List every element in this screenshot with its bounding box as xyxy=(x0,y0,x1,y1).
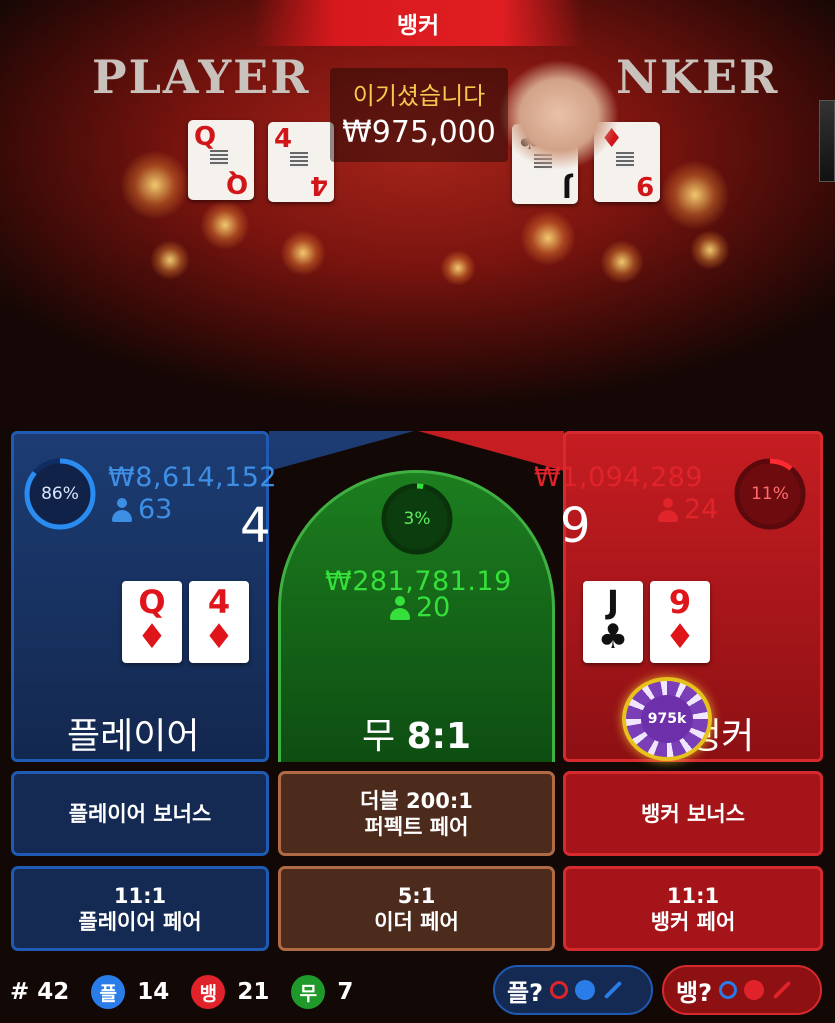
chip-value: 975k xyxy=(641,695,693,743)
banker-card-1: J ♣ xyxy=(583,581,643,663)
tie-odds: 8:1 xyxy=(406,716,472,757)
player-card-2: 4 ♦ xyxy=(189,581,249,663)
tie-label-text: 무 xyxy=(362,716,396,757)
person-icon xyxy=(390,595,410,620)
red-dot-icon xyxy=(744,980,765,1000)
person-icon xyxy=(112,497,132,522)
player-bettor-count-value: 63 xyxy=(138,494,173,525)
winner-banner: 뱅커 xyxy=(253,0,583,46)
table-player-card-1: Q Q xyxy=(188,120,254,200)
win-message: 이기셨습니다 xyxy=(352,82,486,110)
table-player-print: PLAYER xyxy=(92,50,311,104)
perfect-pair-label: 퍼펙트 페어 xyxy=(364,814,469,839)
player-percent: 86% xyxy=(41,484,79,504)
sparkle-decoration xyxy=(520,210,576,266)
live-video-feed: PLAYER NKER Q Q 4 4 ♣ J ♦ 9 뱅커 이기셨습니다 ₩9… xyxy=(0,0,835,430)
perfect-pair-bet[interactable]: 더블 200:1 퍼펙트 페어 xyxy=(278,771,555,856)
sparkle-decoration xyxy=(440,250,476,286)
sparkle-decoration xyxy=(200,200,250,250)
banker-total-amount: ₩1,094,289 xyxy=(534,462,704,493)
blue-ring-icon xyxy=(719,981,738,999)
player-pair-bet[interactable]: 11:1 플레이어 페어 xyxy=(11,866,269,951)
win-message-box: 이기셨습니다 ₩975,000 xyxy=(330,68,508,162)
sparkle-decoration xyxy=(690,230,730,270)
banker-prediction-label: 뱅? xyxy=(676,978,713,1007)
player-score: 4 xyxy=(240,498,271,554)
red-ring-icon xyxy=(550,981,569,999)
blue-dot-icon xyxy=(575,980,596,1000)
banker-wins-badge: 뱅 xyxy=(191,975,226,1009)
tie-count: 7 xyxy=(337,979,354,1005)
player-total-amount: ₩8,614,152 xyxy=(108,462,278,493)
player-bettor-count: 63 xyxy=(112,494,172,525)
player-wins: 14 xyxy=(137,979,170,1005)
banker-score: 9 xyxy=(560,498,591,554)
player-prediction-button[interactable]: 플? xyxy=(493,965,653,1015)
either-pair-label: 이더 페어 xyxy=(374,909,459,934)
win-amount: ₩975,000 xyxy=(342,115,496,150)
tie-bettor-count-value: 20 xyxy=(416,592,451,623)
player-pair-label: 플레이어 페어 xyxy=(78,909,202,934)
player-bonus-bet[interactable]: 플레이어 보너스 xyxy=(11,771,269,856)
perfect-pair-odds: 더블 200:1 xyxy=(360,788,473,813)
player-card-1: Q ♦ xyxy=(122,581,182,663)
banker-pair-bet[interactable]: 11:1 뱅커 페어 xyxy=(563,866,823,951)
round-stats: # 42 플 14 뱅 21 무 7 xyxy=(10,972,375,1012)
player-area-label: 플레이어 xyxy=(67,716,200,757)
player-area-corner xyxy=(269,431,414,471)
banker-bonus-label: 뱅커 보너스 xyxy=(641,801,745,826)
tie-area-label: 무 8:1 xyxy=(362,707,471,759)
sparkle-decoration xyxy=(120,150,190,220)
sparkle-decoration xyxy=(600,240,644,284)
either-pair-odds: 5:1 xyxy=(397,883,436,908)
banker-pair-odds: 11:1 xyxy=(666,883,720,908)
bet-chip[interactable]: 975k xyxy=(622,677,712,761)
player-bonus-label: 플레이어 보너스 xyxy=(68,801,212,826)
banker-percent-ring: 11% xyxy=(732,456,808,532)
dealer-hand xyxy=(500,60,618,170)
banker-card-2: 9 ♦ xyxy=(650,581,710,663)
tie-percent: 3% xyxy=(403,509,431,529)
round-number: # 42 xyxy=(10,979,70,1005)
tie-count-badge: 무 xyxy=(291,975,326,1009)
player-pair-odds: 11:1 xyxy=(113,883,167,908)
banker-pair-label: 뱅커 페어 xyxy=(650,909,736,934)
player-wins-badge: 플 xyxy=(91,975,126,1009)
table-banker-print: NKER xyxy=(616,50,780,104)
blue-slash-icon xyxy=(603,980,623,1000)
player-percent-ring: 86% xyxy=(22,456,98,532)
banker-bonus-bet[interactable]: 뱅커 보너스 xyxy=(563,771,823,856)
banker-bettor-count-value: 24 xyxy=(684,494,719,525)
banker-percent: 11% xyxy=(751,484,789,504)
table-player-card-2: 4 4 xyxy=(268,122,334,202)
tie-percent-ring: 3% xyxy=(379,481,455,557)
card-shoe xyxy=(819,100,835,182)
banker-wins: 21 xyxy=(237,979,270,1005)
red-slash-icon xyxy=(772,980,792,1000)
sparkle-decoration xyxy=(150,240,190,280)
winner-banner-text: 뱅커 xyxy=(396,13,440,39)
banker-bettor-count: 24 xyxy=(658,494,718,525)
sparkle-decoration xyxy=(280,230,326,276)
banker-prediction-button[interactable]: 뱅? xyxy=(662,965,822,1015)
player-prediction-label: 플? xyxy=(507,978,544,1007)
tie-bettor-count: 20 xyxy=(390,592,450,623)
sparkle-decoration xyxy=(660,160,730,230)
either-pair-bet[interactable]: 5:1 이더 페어 xyxy=(278,866,555,951)
person-icon xyxy=(658,497,678,522)
